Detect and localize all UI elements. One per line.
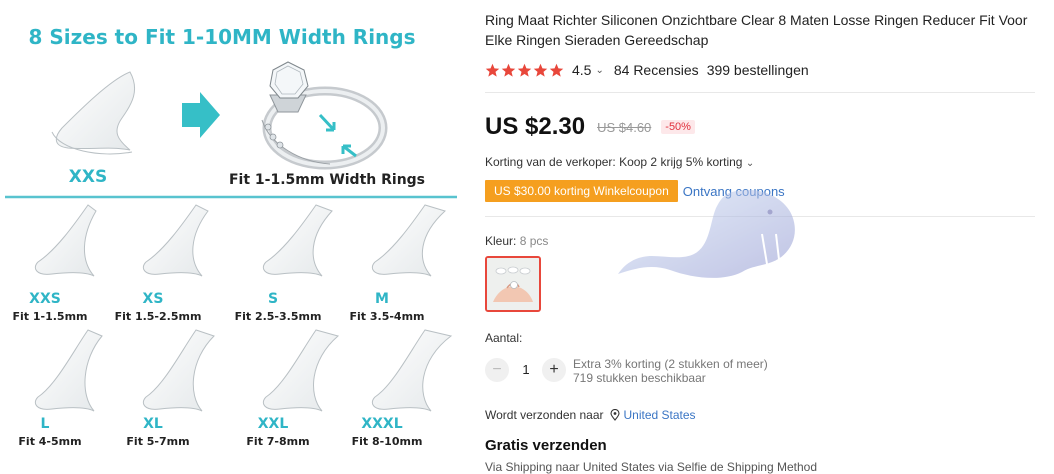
location-pin-icon bbox=[609, 409, 620, 421]
size-cell: S Fit 2.5-3.5mm bbox=[235, 204, 333, 323]
ring-sizer-icon bbox=[371, 204, 446, 277]
color-label: Kleur: 8 pcs bbox=[485, 234, 548, 248]
sizer-large-icon bbox=[51, 71, 135, 155]
orders-count: 399 bestellingen bbox=[706, 62, 809, 78]
bulk-discount-text: Extra 3% korting (2 stukken of meer) bbox=[573, 357, 768, 371]
divider bbox=[485, 216, 1035, 217]
product-detail: Ring Maat Richter Siliconen Onzichtbare … bbox=[485, 0, 1045, 474]
size-label: S bbox=[268, 291, 278, 307]
ring-sizer-icon bbox=[34, 204, 97, 277]
current-price: US $2.30 bbox=[485, 113, 586, 140]
fit-range-label: Fit 1.5-2.5mm bbox=[115, 310, 202, 323]
shipping-destination: Wordt verzonden naar United States bbox=[485, 408, 696, 422]
size-cell: XXL Fit 7-8mm bbox=[246, 329, 340, 448]
rating-stars bbox=[485, 63, 564, 78]
fit-range-label: Fit 4-5mm bbox=[18, 435, 81, 448]
seller-discount-text: Korting van de verkoper: Koop 2 krijg 5%… bbox=[485, 155, 743, 169]
diamond-ring-icon bbox=[261, 61, 388, 170]
size-grid: XXS Fit 1-1.5mm XS Fit 1.5-2.5mm S Fit 2.5-3.… bbox=[12, 204, 453, 448]
star-icon bbox=[549, 63, 564, 77]
free-shipping-title: Gratis verzenden bbox=[485, 437, 607, 454]
fit-range-label: Fit 7-8mm bbox=[246, 435, 309, 448]
star-icon bbox=[501, 63, 516, 77]
rating-value[interactable]: 4.5 bbox=[572, 62, 591, 78]
shipping-location-link[interactable]: United States bbox=[624, 408, 696, 422]
fit-range-label: Fit 8-10mm bbox=[352, 435, 423, 448]
size-cell: L Fit 4-5mm bbox=[18, 329, 103, 448]
quantity-label: Aantal: bbox=[485, 331, 523, 345]
stock-available-text: 719 stukken beschikbaar bbox=[573, 371, 706, 385]
divider bbox=[485, 92, 1035, 93]
ring-sizer-icon bbox=[262, 329, 340, 412]
size-cell: XL Fit 5-7mm bbox=[126, 329, 215, 448]
shipping-method-text: Via Shipping naar United States via Self… bbox=[485, 460, 817, 474]
coupon-row: US $30.00 korting Winkelcoupon Ontvang c… bbox=[485, 180, 785, 202]
size-chart-graphic: 8 Sizes to Fit 1-10MM Width Rings XXS Fi… bbox=[5, 25, 457, 448]
size-label: XXS bbox=[29, 291, 61, 307]
chevron-down-icon[interactable]: ⌄ bbox=[595, 65, 603, 76]
chevron-down-icon: ⌄ bbox=[745, 158, 755, 169]
size-label: XS bbox=[143, 291, 164, 307]
color-swatch-selected[interactable] bbox=[485, 256, 541, 312]
ring-sizer-icon bbox=[34, 329, 103, 412]
fit-range-label: Fit 3.5-4mm bbox=[349, 310, 424, 323]
price-row: US $2.30 US $4.60 -50% bbox=[485, 113, 695, 141]
size-cell: XS Fit 1.5-2.5mm bbox=[115, 204, 209, 323]
size-label: XXL bbox=[258, 416, 289, 432]
seller-discount[interactable]: Korting van de verkoper: Koop 2 krijg 5%… bbox=[485, 155, 754, 169]
quantity-info: Extra 3% korting (2 stukken of meer) 719… bbox=[573, 357, 768, 385]
store-coupon-badge[interactable]: US $30.00 korting Winkelcoupon bbox=[485, 180, 678, 202]
ring-sizer-icon bbox=[142, 329, 215, 412]
fit-range-label: Fit 1-1.5mm bbox=[12, 310, 87, 323]
color-value: 8 pcs bbox=[519, 234, 549, 248]
size-cell: XXXL Fit 8-10mm bbox=[352, 329, 453, 448]
swatch-thumbnail-icon bbox=[487, 258, 539, 310]
star-icon bbox=[517, 63, 532, 77]
size-label: XXXL bbox=[361, 416, 402, 432]
size-label: XL bbox=[143, 416, 163, 432]
fit-range-label: Fit 2.5-3.5mm bbox=[235, 310, 322, 323]
star-icon bbox=[533, 63, 548, 77]
reviews-count[interactable]: 84 Recensies bbox=[614, 62, 699, 78]
shipping-label: Wordt verzonden naar bbox=[485, 408, 604, 422]
quantity-decrement-button[interactable]: − bbox=[485, 358, 509, 382]
size-label: L bbox=[41, 416, 50, 432]
star-icon bbox=[485, 63, 500, 77]
ring-sizer-icon bbox=[262, 204, 333, 277]
quantity-increment-button[interactable]: + bbox=[542, 358, 566, 382]
size-label: M bbox=[375, 291, 389, 307]
size-cell: XXS Fit 1-1.5mm bbox=[12, 204, 97, 323]
discount-badge: -50% bbox=[661, 120, 695, 134]
original-price: US $4.60 bbox=[597, 119, 652, 135]
product-title: Ring Maat Richter Siliconen Onzichtbare … bbox=[485, 12, 1028, 48]
arrow-right-icon bbox=[182, 92, 220, 138]
rating-row: 4.5 ⌄ 84 Recensies 399 bestellingen bbox=[485, 60, 809, 80]
ring-sizer-icon bbox=[142, 204, 209, 277]
product-image[interactable]: 8 Sizes to Fit 1-10MM Width Rings XXS Fi… bbox=[0, 0, 462, 465]
demo-fit-label: Fit 1-1.5mm Width Rings bbox=[229, 172, 425, 188]
get-coupons-link[interactable]: Ontvang coupons bbox=[683, 184, 785, 199]
image-title: 8 Sizes to Fit 1-10MM Width Rings bbox=[28, 25, 415, 49]
size-cell: M Fit 3.5-4mm bbox=[349, 204, 446, 323]
demo-size-label: XXS bbox=[69, 167, 107, 187]
fit-range-label: Fit 5-7mm bbox=[126, 435, 189, 448]
color-label-text: Kleur: bbox=[485, 234, 520, 248]
quantity-value[interactable]: 1 bbox=[513, 362, 539, 377]
ring-sizer-icon bbox=[371, 329, 453, 412]
